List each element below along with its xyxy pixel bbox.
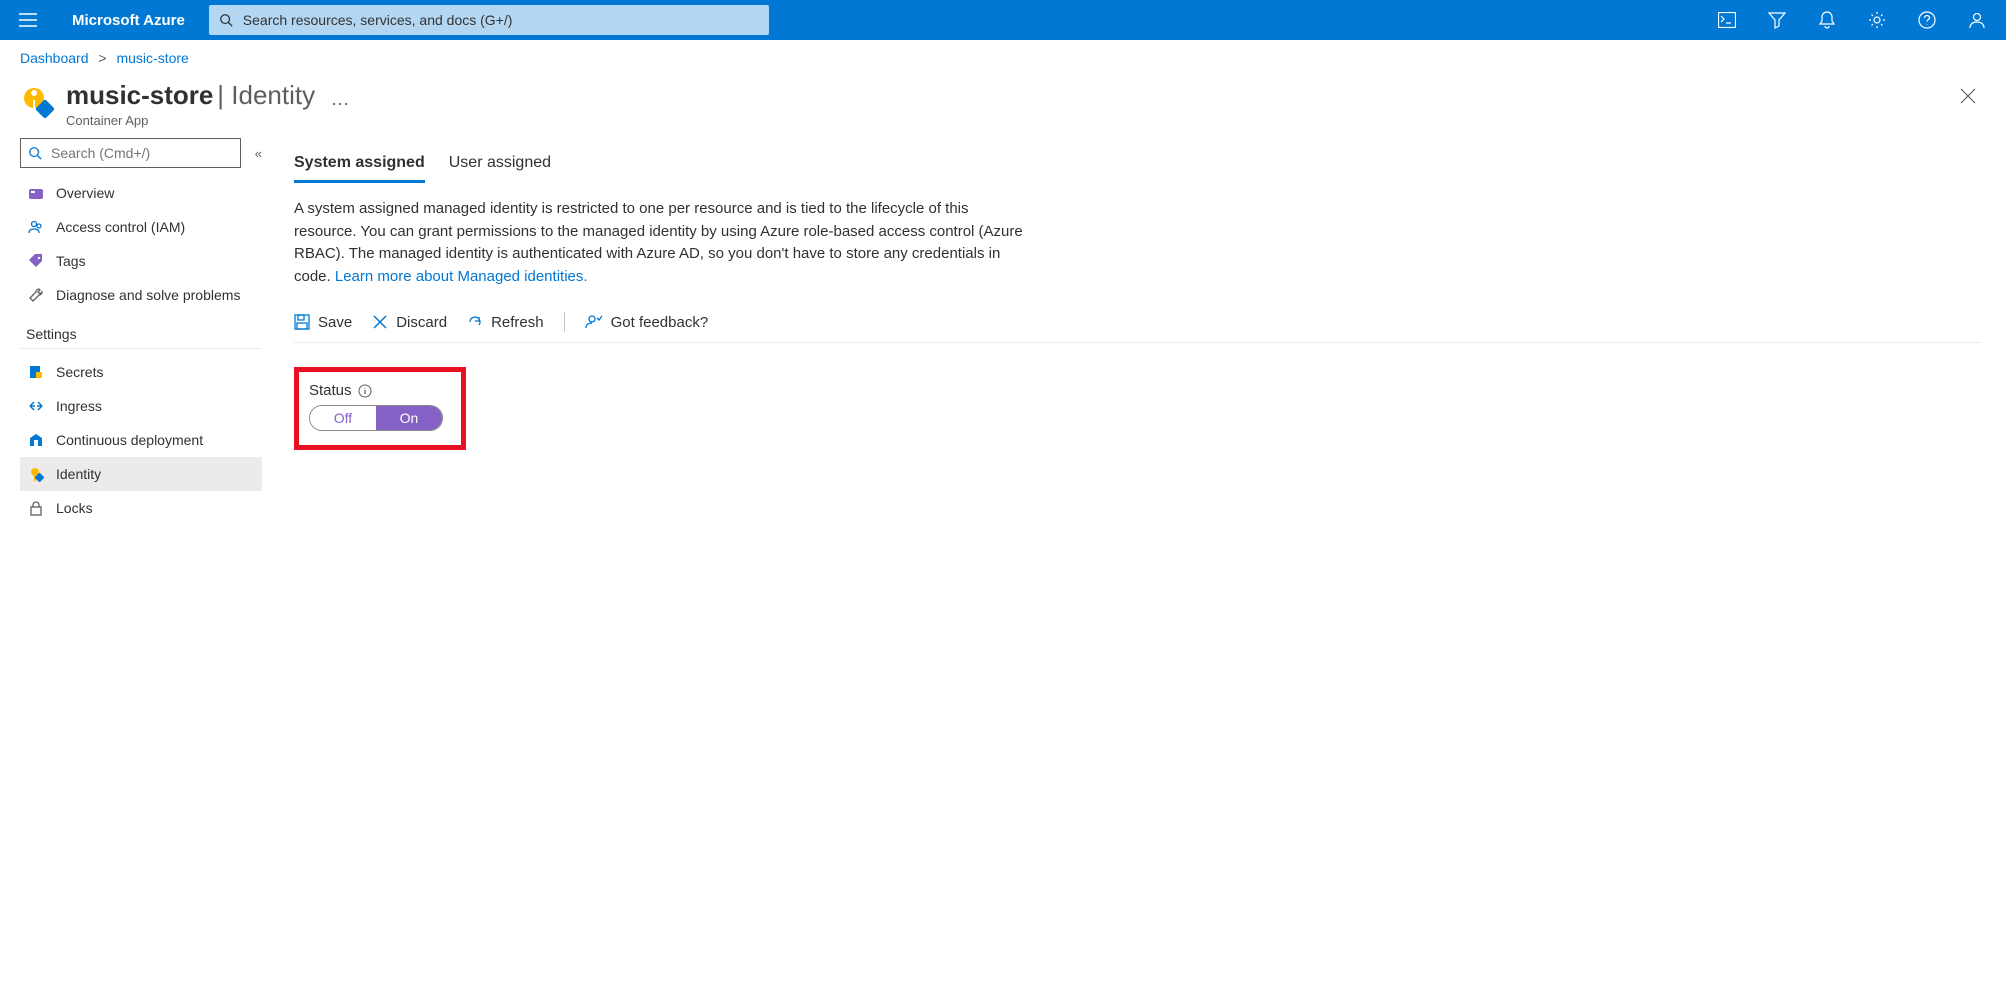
resource-icon	[20, 84, 54, 118]
wrench-icon	[26, 287, 46, 303]
bell-icon	[1819, 11, 1835, 29]
people-icon	[26, 219, 46, 235]
identity-description: A system assigned managed identity is re…	[294, 198, 1034, 288]
breadcrumb-separator: >	[98, 50, 106, 66]
sidebar-search[interactable]	[20, 138, 245, 168]
sidebar-item-label: Diagnose and solve problems	[56, 287, 240, 303]
toolbar: Save Discard Refresh Got feedback?	[294, 306, 1982, 343]
sidebar-item-label: Continuous deployment	[56, 432, 203, 448]
info-icon[interactable]	[358, 384, 372, 398]
lock-icon	[26, 500, 46, 516]
save-icon	[294, 314, 310, 330]
person-icon	[1968, 11, 1986, 29]
help-button[interactable]	[1906, 0, 1948, 40]
sidebar-item-access-control[interactable]: Access control (IAM)	[20, 210, 262, 244]
feedback-icon	[585, 314, 603, 330]
ingress-icon	[26, 398, 46, 414]
resource-type: Container App	[66, 113, 315, 128]
overview-icon	[26, 185, 46, 201]
filter-icon	[1768, 11, 1786, 29]
breadcrumb-item[interactable]: music-store	[116, 50, 188, 66]
learn-more-link[interactable]: Learn more about Managed identities.	[335, 268, 588, 285]
feedback-button[interactable]: Got feedback?	[585, 314, 709, 331]
sidebar-search-input[interactable]	[20, 138, 241, 168]
sidebar-item-label: Ingress	[56, 398, 102, 414]
refresh-button[interactable]: Refresh	[467, 314, 544, 331]
identity-icon	[26, 466, 46, 482]
sidebar-item-locks[interactable]: Locks	[20, 491, 262, 525]
collapse-sidebar-button[interactable]: «	[255, 146, 262, 161]
sidebar-item-diagnose[interactable]: Diagnose and solve problems	[20, 278, 262, 312]
sidebar-item-continuous-deployment[interactable]: Continuous deployment	[20, 423, 262, 457]
toolbar-divider	[564, 312, 565, 332]
sidebar: « Overview Access control (IAM) Tags Dia…	[0, 138, 270, 525]
cloud-shell-icon	[1718, 12, 1736, 28]
tab-user-assigned[interactable]: User assigned	[449, 146, 551, 183]
status-toggle-on[interactable]: On	[376, 406, 442, 430]
page-header: music-store | Identity Container App ⋯	[0, 76, 2006, 138]
page-section: Identity	[231, 80, 315, 110]
sidebar-item-label: Overview	[56, 185, 114, 201]
status-highlight-box: Status Off On	[294, 367, 466, 450]
close-icon	[1960, 88, 1976, 104]
refresh-icon	[467, 314, 483, 330]
discard-button[interactable]: Discard	[372, 314, 447, 331]
settings-button[interactable]	[1856, 0, 1898, 40]
account-button[interactable]	[1956, 0, 1998, 40]
notifications-button[interactable]	[1806, 0, 1848, 40]
status-label: Status	[309, 382, 443, 399]
discard-icon	[372, 314, 388, 330]
sidebar-item-secrets[interactable]: Secrets	[20, 355, 262, 389]
sidebar-item-label: Locks	[56, 500, 93, 516]
deploy-icon	[26, 432, 46, 448]
sidebar-item-tags[interactable]: Tags	[20, 244, 262, 278]
secrets-icon	[26, 364, 46, 380]
menu-button[interactable]	[8, 0, 48, 40]
status-toggle-off[interactable]: Off	[310, 406, 376, 430]
search-icon	[28, 146, 42, 160]
close-button[interactable]	[1960, 88, 1976, 104]
sidebar-item-label: Identity	[56, 466, 101, 482]
sidebar-item-label: Tags	[56, 253, 86, 269]
identity-tabs: System assigned User assigned	[294, 146, 1982, 184]
status-toggle[interactable]: Off On	[309, 405, 443, 431]
more-button[interactable]: ⋯	[331, 94, 349, 115]
global-search-input[interactable]	[209, 5, 769, 35]
topbar: Microsoft Azure	[0, 0, 2006, 40]
save-button[interactable]: Save	[294, 314, 352, 331]
sidebar-item-label: Access control (IAM)	[56, 219, 185, 235]
main-content: System assigned User assigned A system a…	[270, 138, 2006, 525]
gear-icon	[1868, 11, 1886, 29]
help-icon	[1918, 11, 1936, 29]
sidebar-item-identity[interactable]: Identity	[20, 457, 262, 491]
hamburger-icon	[19, 13, 37, 27]
sidebar-item-label: Secrets	[56, 364, 103, 380]
global-search[interactable]	[209, 5, 769, 35]
sidebar-item-ingress[interactable]: Ingress	[20, 389, 262, 423]
cloud-shell-button[interactable]	[1706, 0, 1748, 40]
tab-system-assigned[interactable]: System assigned	[294, 146, 425, 183]
breadcrumb-item[interactable]: Dashboard	[20, 50, 89, 66]
filter-button[interactable]	[1756, 0, 1798, 40]
search-icon	[219, 13, 233, 27]
sidebar-item-overview[interactable]: Overview	[20, 176, 262, 210]
breadcrumb: Dashboard > music-store	[0, 40, 2006, 76]
resource-name: music-store	[66, 80, 213, 110]
brand-label[interactable]: Microsoft Azure	[56, 12, 201, 29]
tag-icon	[26, 253, 46, 269]
page-title-separator: |	[217, 80, 231, 110]
sidebar-group-settings: Settings	[20, 312, 262, 349]
